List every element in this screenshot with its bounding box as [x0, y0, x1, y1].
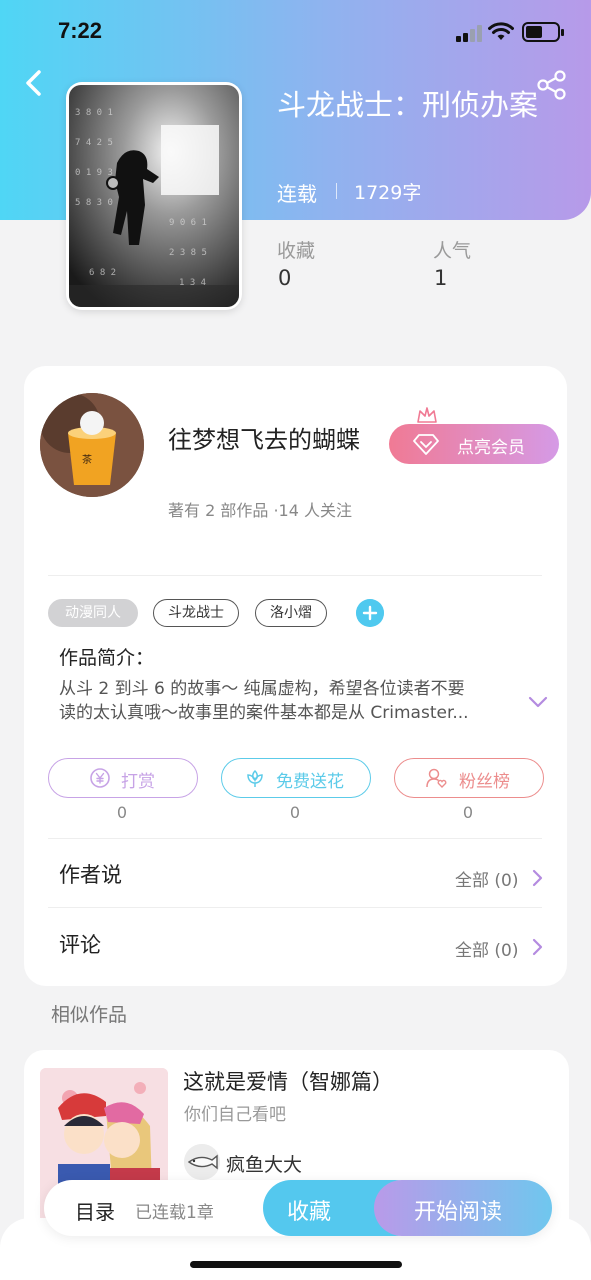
svg-text:茶: 茶 — [82, 453, 92, 466]
stat-popularity-value: 1 — [434, 266, 448, 290]
chevron-down-icon[interactable] — [527, 694, 549, 710]
favorite-button-label: 收藏 — [287, 1200, 332, 1225]
comments-count[interactable]: 全部 (0) — [455, 936, 518, 961]
divider — [48, 838, 542, 839]
chapter-count: 已连载1章 — [135, 1203, 214, 1223]
tag-item[interactable]: 斗龙战士 — [153, 599, 239, 627]
similar-section-title: 相似作品 — [51, 1004, 128, 1026]
author-notes-title[interactable]: 作者说 — [59, 859, 122, 889]
wifi-icon — [488, 22, 514, 40]
home-indicator[interactable] — [190, 1261, 402, 1268]
similar-work-author: 疯鱼大大 — [226, 1154, 303, 1176]
svg-text:2 3 8 5: 2 3 8 5 — [169, 248, 207, 258]
yuan-icon — [90, 768, 110, 788]
member-button-label: 点亮会员 — [457, 438, 525, 458]
similar-work-subtitle: 你们自己看吧 — [184, 1105, 286, 1125]
tip-button[interactable]: 打赏 — [48, 758, 198, 798]
stat-popularity-label: 人气 — [433, 240, 472, 262]
flower-icon — [247, 769, 263, 787]
author-name[interactable]: 往梦想飞去的蝴蝶 — [168, 420, 360, 455]
tip-button-label: 打赏 — [121, 772, 155, 792]
intro-title: 作品简介： — [59, 647, 155, 669]
diamond-icon — [413, 434, 439, 455]
book-cover[interactable]: 3 8 0 17 4 2 5 0 1 9 35 8 3 0 9 0 6 12 3… — [66, 82, 242, 310]
svg-text:7 4 2 5: 7 4 2 5 — [75, 138, 113, 148]
back-icon[interactable] — [20, 66, 48, 100]
comments-title[interactable]: 评论 — [59, 929, 101, 959]
send-flower-label: 免费送花 — [276, 772, 344, 792]
svg-text:9 0 6 1: 9 0 6 1 — [169, 218, 207, 228]
svg-text:3 8 0 1: 3 8 0 1 — [75, 108, 113, 118]
flower-count: 0 — [289, 803, 301, 822]
start-reading-label: 开始阅读 — [414, 1200, 503, 1225]
fan-rank-button[interactable]: 粉丝榜 — [394, 758, 544, 798]
similar-work-title[interactable]: 这就是爱情（智娜篇） — [183, 1066, 393, 1096]
chevron-right-icon[interactable] — [531, 937, 543, 957]
battery-icon — [522, 22, 564, 42]
book-detail-page: 7:22 3 8 0 1 7 4 2 5 0 1 9 3 5 8 3 0 9 0… — [0, 0, 591, 1280]
status-bar: 7:22 — [0, 0, 591, 62]
stat-favorites-label: 收藏 — [277, 240, 316, 262]
word-count: 1729字 — [354, 182, 422, 204]
divider — [48, 907, 542, 908]
signal-icon — [456, 24, 484, 42]
author-meta: 著有 2 部作品 ·14 人关注 — [168, 501, 352, 520]
tip-count: 0 — [116, 803, 128, 822]
similar-author-avatar — [184, 1144, 220, 1180]
intro-line: 从斗 2 到斗 6 的故事～ 纯属虚构，希望各位读者不要 — [59, 679, 465, 699]
status-divider — [336, 183, 337, 199]
divider — [48, 575, 542, 576]
book-title: 斗龙战士：刑侦办案 — [277, 88, 539, 122]
author-notes-count[interactable]: 全部 (0) — [455, 866, 518, 891]
svg-text:0 1 9 3: 0 1 9 3 — [75, 168, 113, 178]
tag-item[interactable]: 洛小熠 — [255, 599, 327, 627]
fan-icon — [426, 768, 447, 788]
toc-button[interactable]: 目录 — [75, 1196, 115, 1225]
book-status: 连载 — [277, 182, 317, 206]
intro-line: 读的太认真哦～故事里的案件基本都是从 Crimaster... — [59, 703, 469, 723]
author-avatar[interactable]: 茶 — [40, 393, 144, 497]
svg-text:6 8 2: 6 8 2 — [89, 268, 116, 278]
start-reading-button[interactable]: 开始阅读 — [374, 1180, 552, 1236]
svg-text:5 8 3 0: 5 8 3 0 — [75, 198, 113, 208]
chevron-right-icon[interactable] — [531, 868, 543, 888]
fan-count: 0 — [462, 803, 474, 822]
status-time: 7:22 — [58, 18, 103, 43]
cover-image: 3 8 0 17 4 2 5 0 1 9 35 8 3 0 9 0 6 12 3… — [69, 85, 239, 307]
add-tag-icon[interactable] — [356, 599, 384, 627]
member-button[interactable]: 点亮会员 — [389, 424, 559, 464]
send-flower-button[interactable]: 免费送花 — [221, 758, 371, 798]
fan-rank-label: 粉丝榜 — [459, 772, 510, 792]
intro-text: 从斗 2 到斗 6 的故事～ 纯属虚构，希望各位读者不要 读的太认真哦～故事里的… — [59, 677, 519, 725]
crown-icon — [417, 407, 437, 423]
tag-category[interactable]: 动漫同人 — [48, 599, 138, 627]
stat-favorites-value: 0 — [278, 266, 292, 290]
